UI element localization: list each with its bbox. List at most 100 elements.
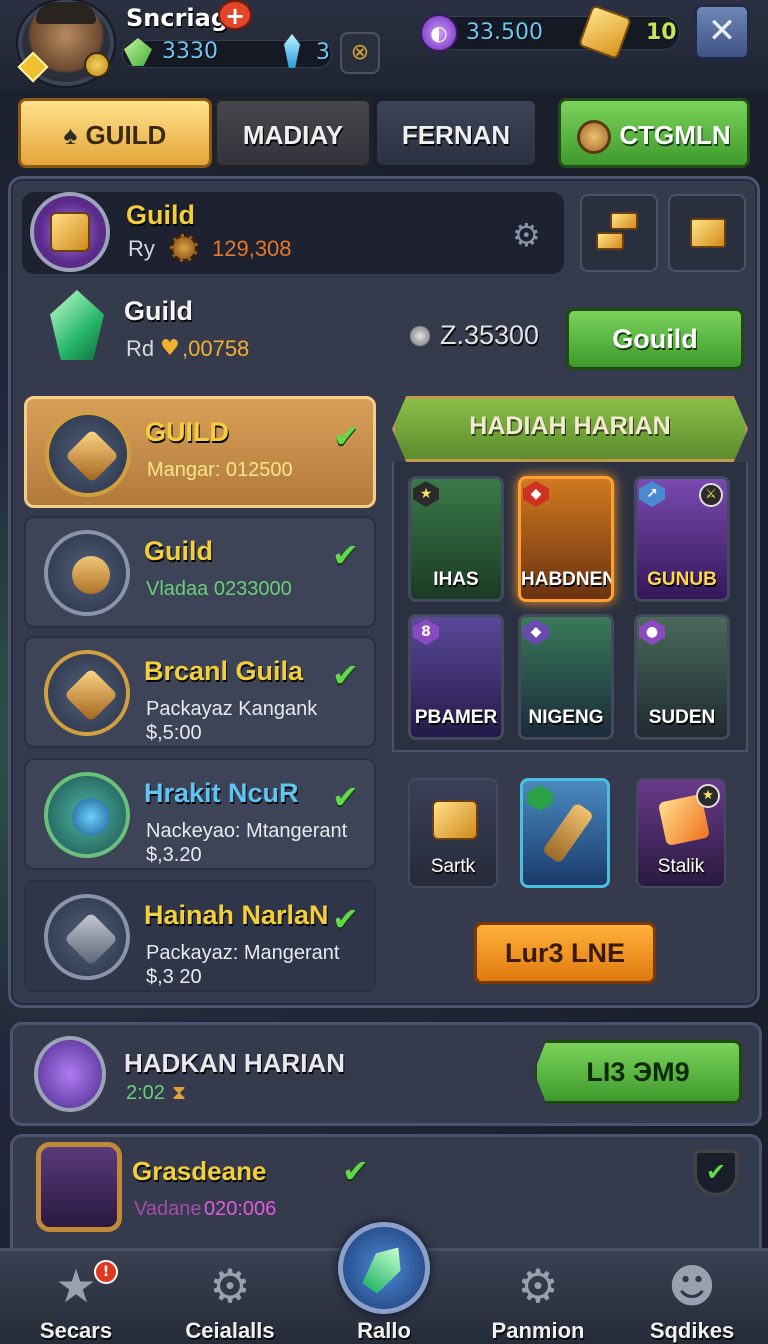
avatar-hat-icon <box>36 2 96 24</box>
guild-header-title: Guild <box>126 200 195 230</box>
avatar-coin-icon <box>84 52 110 78</box>
user-icon: ☻ <box>668 1259 716 1313</box>
guild-row2-amount: Z.35300 <box>440 320 540 350</box>
list-item-title: GUILD <box>145 417 229 447</box>
tab-fernan[interactable]: FERNAN <box>374 98 538 168</box>
list-item[interactable]: GUILD Mangar: 012500 ✔ <box>24 396 376 508</box>
up-arrow-badge-icon <box>527 785 553 811</box>
scroll-icon <box>45 411 131 497</box>
reward-card[interactable]: 8 PBAMER <box>408 614 504 740</box>
guild-header-sub-label: Ry <box>128 236 155 261</box>
gem-badge-icon: ◆ <box>523 619 549 645</box>
list-item-sub: Packayaz: Mangerant <box>146 942 340 964</box>
daily-quest-time: 2:02 <box>126 1082 165 1104</box>
check-icon: ✔ <box>332 656 359 694</box>
reward-card[interactable]: ★ IHAS <box>408 476 504 602</box>
emblem-icon <box>577 120 612 155</box>
check-icon: ✔ <box>332 778 359 816</box>
grade-title: Grasdeane <box>132 1156 267 1186</box>
claim-reward-button[interactable]: Lur3 LNE <box>474 922 656 984</box>
grade-frame-icon <box>36 1142 122 1232</box>
sword-badge-icon: ⚔ <box>699 483 723 507</box>
grade-value: 020:006 <box>204 1198 277 1220</box>
level-badge: 8 <box>413 619 439 645</box>
list-item-title: Hrakit NcuR <box>144 778 299 808</box>
orb-shield-icon <box>44 772 130 858</box>
notification-badge: ! <box>94 1260 118 1284</box>
shield-badge-icon <box>44 894 130 980</box>
reward-card-highlighted[interactable]: ◆ HABDNEN <box>518 476 614 602</box>
blue-currency-value: 3 <box>316 40 330 65</box>
nav-label: Ceialalls <box>185 1318 275 1343</box>
reward-small-card[interactable]: Sartk <box>408 778 498 888</box>
gold-block-icon <box>684 212 730 254</box>
reward-card[interactable]: ◆ NIGENG <box>518 614 614 740</box>
green-currency-value: 3330 <box>162 39 218 64</box>
shop-small-button[interactable]: ⊗ <box>340 32 380 74</box>
purple-orb-icon: ◐ <box>420 14 458 52</box>
reward-card-label: IHAS <box>433 569 479 590</box>
nav-item-sqdikes[interactable]: ☻ Sqdikes <box>622 1248 762 1344</box>
reward-small-card-label: Stalik <box>657 856 705 877</box>
gear-badge-icon <box>44 530 130 616</box>
daily-quest-button[interactable]: LI3 ЭМ9 <box>534 1040 742 1104</box>
close-icon: ✕ <box>707 11 737 51</box>
silver-coin-icon <box>410 326 430 346</box>
reward-card[interactable]: ● SUDEN <box>634 614 730 740</box>
daily-quest-title: HADKAN HARIAN <box>124 1048 345 1078</box>
list-item-price: $,3 20 <box>146 966 202 988</box>
scepter-icon <box>541 802 595 864</box>
close-button[interactable]: ✕ <box>694 4 750 60</box>
guild-join-button[interactable]: Gouild <box>566 308 744 370</box>
treasure-chest-icon <box>50 212 90 252</box>
tab-madiay[interactable]: MADIAY <box>214 98 372 168</box>
gold-bars-button[interactable] <box>580 194 658 272</box>
gold-currency-value: 10 <box>646 20 677 45</box>
list-item-price: $,5:00 <box>146 722 202 744</box>
shield-check-button[interactable]: ✔ <box>694 1150 738 1196</box>
gold-block-button[interactable] <box>668 194 746 272</box>
gold-chest-icon <box>432 800 478 840</box>
tab-label: GUILD <box>85 120 167 150</box>
reward-card[interactable]: ↗ ⚔ GUNUB <box>634 476 730 602</box>
reward-card-label: NIGENG <box>528 707 604 728</box>
star-badge-icon: ★ <box>413 481 439 507</box>
reward-card-label: PBAMER <box>414 707 498 728</box>
cog-icon: ⚙ <box>517 1259 559 1313</box>
reward-small-card[interactable] <box>520 778 610 888</box>
reward-card-label: GUNUB <box>647 569 717 590</box>
nav-item-secars[interactable]: ★ ! Secars <box>6 1248 146 1344</box>
list-item[interactable]: Guild Vladaa 0233000 ✔ <box>24 516 376 628</box>
fire-badge-icon: ◆ <box>523 481 549 507</box>
list-item-sub: Vladaa 0233000 <box>146 578 292 600</box>
list-item-sub: Nackeyao: Mtangerant <box>146 820 348 842</box>
tab-ctgmln[interactable]: CTGMLN <box>558 98 750 168</box>
list-item[interactable]: Hainah NarlaN Packayaz: Mangerant $,3 20… <box>24 880 376 992</box>
scroll-icon <box>44 650 130 736</box>
guild-row2-sub-label: Rd <box>126 336 155 361</box>
star-badge-icon: ★ <box>696 784 720 808</box>
nav-label: Rallo <box>357 1318 411 1343</box>
guild-row2-title: Guild <box>124 296 193 326</box>
add-friend-button[interactable]: + <box>218 0 252 30</box>
list-item-title: Brcanl Guila <box>144 656 304 686</box>
list-item-title: Guild <box>144 536 213 566</box>
nav-item-ceialalls[interactable]: ⚙ Ceialalls <box>160 1248 300 1344</box>
guild-row2-value: ,00758 <box>182 336 250 361</box>
list-item[interactable]: Brcanl Guila Packayaz Kangank $,5:00 ✔ <box>24 636 376 748</box>
nav-label: Secars <box>39 1318 113 1343</box>
nav-item-rallo[interactable]: Rallo <box>314 1248 454 1344</box>
nav-label: Panmion <box>491 1318 585 1343</box>
nav-label: Sqdikes <box>649 1318 735 1343</box>
tab-guild[interactable]: ♠ GUILD <box>18 98 212 168</box>
guild-header-value: 129,308 <box>212 236 292 261</box>
resource-bar-green <box>122 40 332 68</box>
gear-icon[interactable]: ⚙ <box>512 216 541 254</box>
list-item[interactable]: Hrakit NcuR Nackeyao: Mtangerant $,3.20 … <box>24 758 376 870</box>
reward-small-card[interactable]: ★ Stalik <box>636 778 726 888</box>
tab-label: MADIAY <box>242 120 344 150</box>
list-item-price: $,3.20 <box>146 844 202 866</box>
check-icon: ✔ <box>332 900 359 938</box>
nav-item-panmion[interactable]: ⚙ Panmion <box>468 1248 608 1344</box>
check-icon: ✔ <box>333 417 360 455</box>
